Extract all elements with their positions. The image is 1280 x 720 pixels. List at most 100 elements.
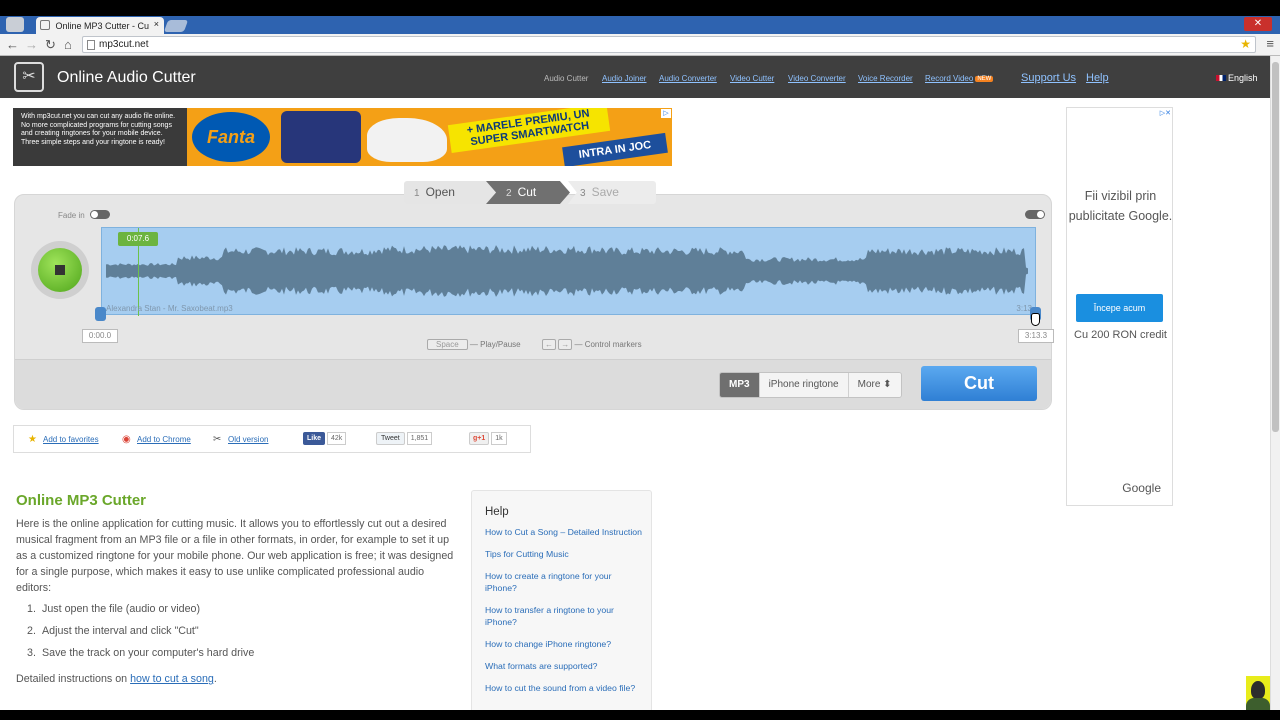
format-iphone-ringtone[interactable]: iPhone ringtone [758,373,848,397]
page-scrollbar[interactable] [1270,56,1280,710]
add-to-chrome-link[interactable]: Add to Chrome [137,435,191,444]
browser-tabstrip: Online MP3 Cutter - Cu × ✕ [0,16,1280,34]
format-more[interactable]: More ⬍ [847,373,901,397]
screen-top-edge [0,0,1280,16]
format-selector: MP3 iPhone ringtone More ⬍ [719,372,902,398]
new-badge: NEW [975,76,994,82]
browser-tab[interactable]: Online MP3 Cutter - Cu × [36,17,164,34]
window-close-button[interactable]: ✕ [1244,17,1272,31]
fanta-logo: Fanta [192,112,270,162]
browser-menu-icon[interactable] [6,17,24,32]
step-save-num: 3 [580,188,586,199]
usage-steps: 1. Just open the file (audio or video) 2.… [27,603,254,669]
step-cut[interactable]: 2 Cut [486,181,570,204]
intro-box: With mp3cut.net you can cut any audio fi… [13,108,187,166]
nav-video-converter[interactable]: Video Converter [788,74,846,83]
nav-voice-recorder[interactable]: Voice Recorder [858,74,913,83]
stop-icon [55,265,65,275]
social-bar: ★ Add to favorites ◉ Add to Chrome ✂ Old… [13,425,531,453]
nav-video-cutter[interactable]: Video Cutter [730,74,774,83]
site-logo-icon[interactable]: ✂ [14,62,44,92]
old-version-link[interactable]: Old version [228,435,268,444]
tweet[interactable]: Tweet 1,851 [376,432,433,445]
add-to-favorites-link[interactable]: Add to favorites [43,435,99,444]
help-link[interactable]: Help [1086,72,1109,84]
mouse-cursor [1031,313,1040,326]
site-brand[interactable]: Online Audio Cutter [57,69,196,87]
side-ad-text: Fii vizibil prin publicitate Google. [1068,189,1173,223]
list-item: 2. Adjust the interval and click "Cut" [27,625,254,647]
fade-out-toggle[interactable] [1025,210,1045,219]
google-plus-count: 1k [491,432,507,445]
help-link-item[interactable]: How to cut the sound from a video file? [485,682,645,694]
banner-ad[interactable]: Fanta + MARELE PREMIU, UN SUPER SMARTWAT… [187,108,672,166]
tshirt-image [281,111,361,163]
google-plus-button[interactable]: g+1 [469,432,490,445]
new-tab-button[interactable] [163,20,189,32]
nav-audio-joiner[interactable]: Audio Joiner [602,74,646,83]
tab-title: Online MP3 Cutter - Cu [55,21,150,31]
browser-toolbar: ← → ↻ ⌂ mp3cut.net ★ ≡ [0,34,1280,56]
language-selector[interactable]: English [1216,73,1258,83]
address-bar[interactable]: mp3cut.net ★ [82,36,1256,53]
tab-close-icon[interactable]: × [154,19,159,29]
avatar-body [1246,698,1270,710]
favorites-star-icon: ★ [28,434,37,445]
nav-audio-cutter[interactable]: Audio Cutter [544,74,588,83]
back-icon[interactable]: ← [6,37,19,53]
side-ad[interactable]: ▷✕ Fii vizibil prin publicitate Google. … [1066,107,1173,506]
nav-record-video-label: Record Video [925,74,974,83]
facebook-like[interactable]: Like 42k [303,432,347,445]
bookmark-star-icon[interactable]: ★ [1240,37,1251,51]
start-time-box[interactable]: 0:00.0 [82,329,118,343]
tweet-button[interactable]: Tweet [376,432,405,445]
format-mp3[interactable]: MP3 [720,373,759,397]
hint-play-text: — Play/Pause [469,340,521,349]
facebook-like-button[interactable]: Like [303,432,326,445]
support-us-link[interactable]: Support Us [1021,72,1076,84]
chrome-icon: ◉ [122,434,131,445]
hint-control-text: — Control markers [574,340,642,349]
forward-icon[interactable]: → [25,37,38,53]
play-stop-button[interactable] [38,248,82,292]
detailed-prefix: Detailed instructions on [16,673,131,685]
cut-button[interactable]: Cut [921,366,1037,401]
end-time-box[interactable]: 3:13.3 [1018,329,1054,343]
adchoices-icon[interactable]: ▷✕ [1160,109,1171,117]
help-link-item[interactable]: How to change iPhone ringtone? [485,638,645,650]
list-item-num: 3. [27,647,36,659]
nav-record-video[interactable]: Record Video NEW [925,74,994,83]
browser-settings-icon[interactable]: ≡ [1266,36,1274,51]
help-link-item[interactable]: How to Cut a Song – Detailed Instruction [485,526,645,538]
how-to-cut-link[interactable]: how to cut a song [130,673,214,685]
start-marker-handle[interactable] [95,307,106,321]
waveform[interactable]: 0:07.6 Alexandra Stan - Mr. Saxobeat.mp3… [101,227,1036,316]
step-open[interactable]: 1 Open [404,181,500,204]
google-plus[interactable]: g+1 1k [469,432,507,445]
reload-icon[interactable]: ↻ [45,37,56,53]
hint-arrows: ← → — Control markers [542,339,642,350]
webcam-avatar [1246,676,1270,710]
side-ad-button[interactable]: Începe acum [1076,294,1163,322]
help-link-item[interactable]: How to transfer a ringtone to your iPhon… [485,604,645,628]
step-cut-num: 2 [506,188,512,199]
page-title: Online MP3 Cutter [16,492,147,509]
tab-favicon-icon [40,20,50,30]
step-save[interactable]: 3 Save [568,181,656,204]
help-link-item[interactable]: Tips for Cutting Music [485,548,645,560]
list-item: 3. Save the track on your computer's hard… [27,647,254,669]
fade-in-label: Fade in [58,211,85,220]
banner-cta: INTRA IN JOC [562,132,668,166]
waveform-shape [106,245,1028,297]
left-arrow-key: ← [542,339,556,350]
language-label: English [1228,73,1258,83]
right-arrow-key: → [558,339,573,350]
help-link-item[interactable]: What formats are supported? [485,660,645,672]
fade-in-toggle[interactable] [90,210,110,219]
scrollbar-thumb[interactable] [1272,62,1279,432]
nav-audio-converter[interactable]: Audio Converter [659,74,717,83]
adchoices-icon[interactable]: ▷ [661,109,671,118]
unicorn-image [367,118,447,162]
help-link-item[interactable]: How to create a ringtone for your iPhone… [485,570,645,594]
home-icon[interactable]: ⌂ [64,37,72,53]
